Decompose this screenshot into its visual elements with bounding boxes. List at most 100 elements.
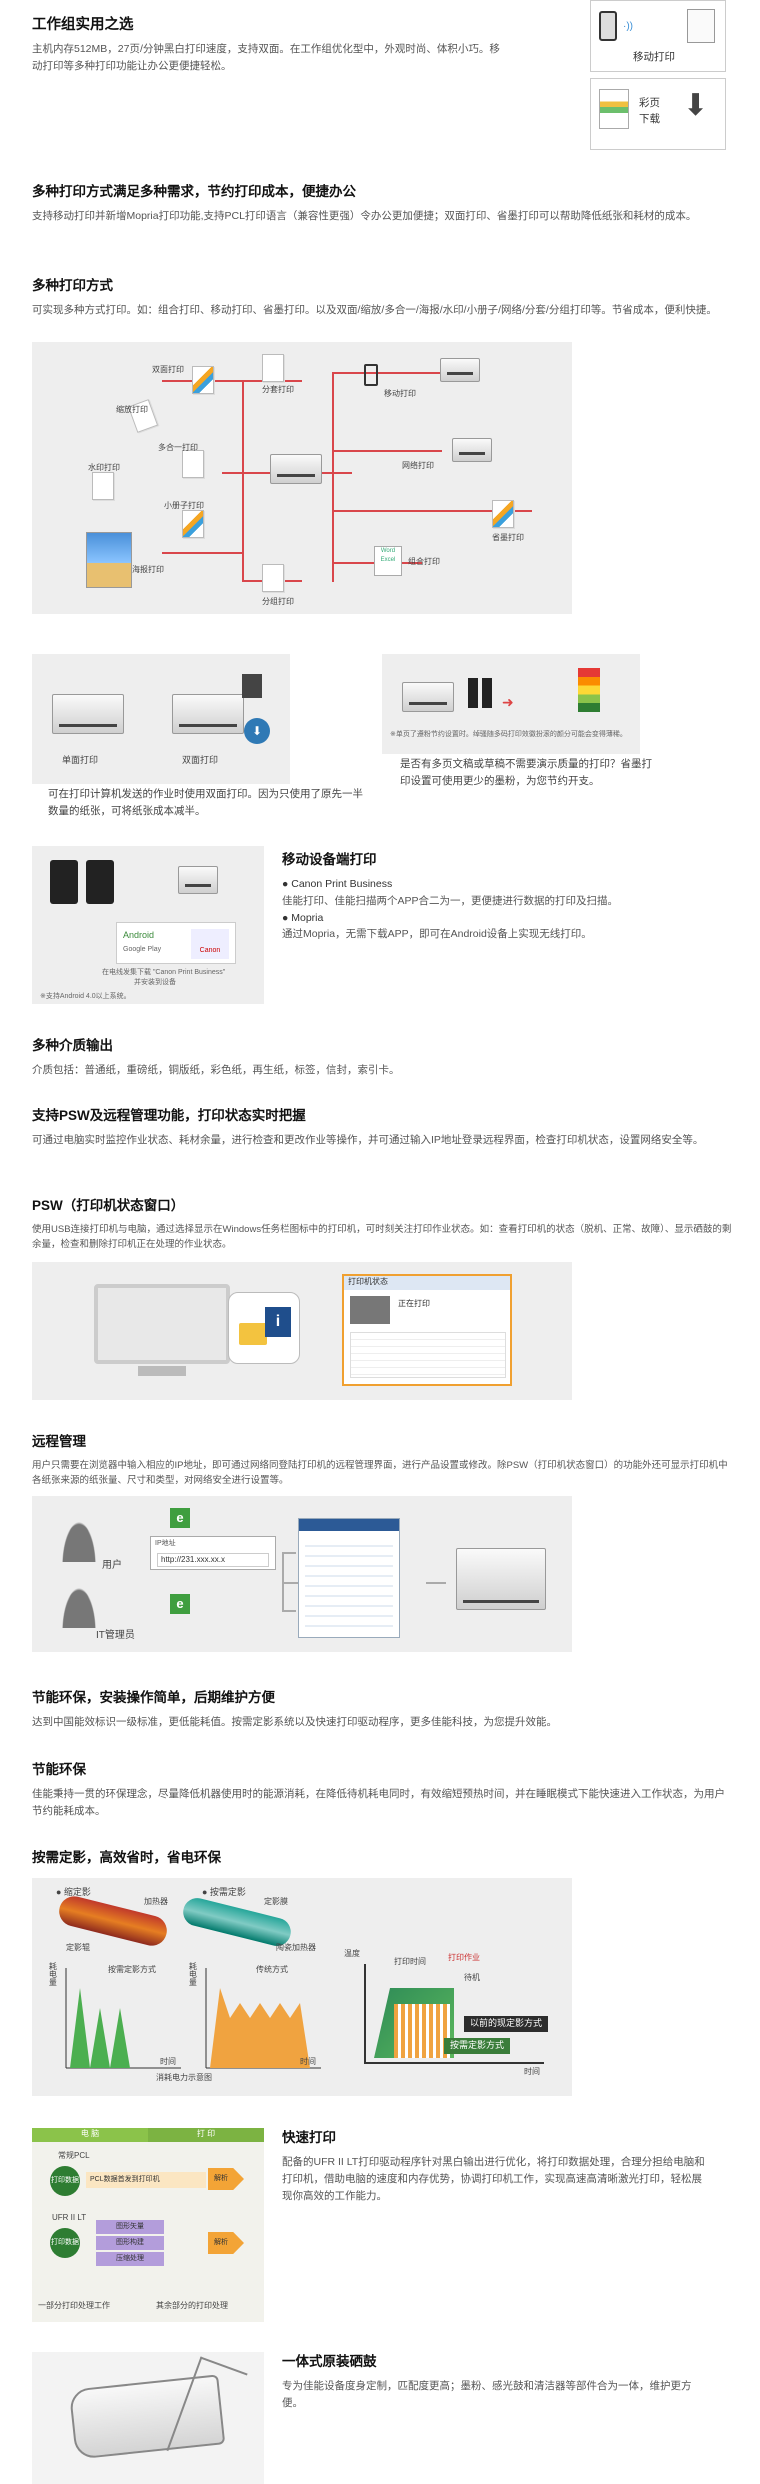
psw-mgmt-title: 支持PSW及远程管理功能，打印状态实时把握 xyxy=(32,1108,306,1123)
pcl-label: 常规PCL xyxy=(58,2151,90,2160)
eco-caption: 是否有多页文稿或草稿不需要演示质量的打印？省墨打印设置可使用更少的墨粉，为您节约… xyxy=(400,758,652,787)
pcl-data-circle: 打印数据 xyxy=(50,2166,80,2196)
document-icon xyxy=(687,9,715,43)
psw-printer-img xyxy=(350,1296,390,1324)
poster-image xyxy=(86,532,132,588)
ufr-step-1: 图形矢量 xyxy=(96,2220,164,2234)
consumption-label: 消耗电力示意图 xyxy=(156,2073,212,2082)
psw-mgmt-body: 可通过电脑实时监控作业状态、耗材余量，进行检查和更改作业等操作，并可通过输入IP… xyxy=(32,1133,704,1146)
media-section: 多种介质输出 介质包括：普通纸，重磅纸，铜版纸，彩色纸，再生纸，标签，信封，索引… xyxy=(32,1036,732,1079)
wifi-icon: ·)) xyxy=(623,21,633,32)
col-printer: 打 印 xyxy=(148,2128,264,2142)
color-download-card[interactable]: 彩页 下载 ⬇ xyxy=(590,78,726,150)
power-label-2: 耗电量 xyxy=(188,1962,198,1986)
temp-label: 温度 xyxy=(344,1949,360,1958)
folder-icon xyxy=(239,1323,267,1345)
duplex-caption: 可在打印计算机发送的作业时使用双面打印。因为只使用了原先一半数量的纸张，可将纸张… xyxy=(48,788,363,817)
power-label-1: 耗电量 xyxy=(48,1962,58,1986)
psw-mgmt-section: 支持PSW及远程管理功能，打印状态实时把握 可通过电脑实时监控作业状态、耗材余量… xyxy=(32,1106,732,1149)
watermark-doc xyxy=(92,472,114,500)
env-section: 节能环保 佳能秉持一贯的环保理念，尽量降低机器使用时的能源消耗，在降低待机耗电同… xyxy=(32,1760,732,1820)
phone-icon-1 xyxy=(50,860,78,904)
env-title: 节能环保 xyxy=(32,1762,86,1777)
duplex-doc xyxy=(192,366,214,394)
fast-print-panel: 电 脑 打 印 常规PCL 打印数据 PCL数据首发到打印机 解析 UFR II… xyxy=(32,2128,264,2322)
col-pc: 电 脑 xyxy=(32,2128,148,2142)
film-label: 定影膜 xyxy=(264,1897,288,1906)
app-card: Android Google Play Canon xyxy=(116,922,236,964)
mobile-item1-body: 佳能打印、佳能扫描两个APP合二为一，更便捷进行数据的打印及扫描。 xyxy=(282,894,619,907)
ondemand-title: 按需定影，高效省时，省电环保 xyxy=(32,1850,221,1865)
save-badge-icon: ⬇ xyxy=(244,718,270,744)
phone-icon xyxy=(599,11,617,41)
bottom-left-label: 一部分打印处理工作 xyxy=(38,2301,110,2310)
combo-doc: Word Excel xyxy=(374,546,402,576)
new-way-badge: 按需定影方式 xyxy=(444,2038,511,2054)
fast-print-title: 快速打印 xyxy=(282,2130,336,2145)
mobile-print-card[interactable]: ·)) 移动打印 xyxy=(590,0,726,72)
mobile-img-note: ※支持Android 4.0以上系统。 xyxy=(40,993,131,1000)
methods-diagram: 双面打印 缩放打印 多合一打印 水印打印 小册子打印 海报打印 分套打印 移动打… xyxy=(32,342,572,614)
standby-label: 待机 xyxy=(464,1973,480,1982)
booklet-doc xyxy=(182,510,204,538)
label-watermark: 水印打印 xyxy=(88,463,120,472)
duplex-panel: ⬇ 单面打印 双面打印 xyxy=(32,654,290,784)
toner-black xyxy=(468,678,478,708)
arrow-icon: ➜ xyxy=(502,694,514,710)
intro-body: 主机内存512MB，27页/分钟黑白打印速度，支持双面。在工作组优化型中，外观时… xyxy=(32,43,500,73)
store-label: Google Play xyxy=(123,946,162,953)
admin-label: IT管理员 xyxy=(96,1630,135,1641)
stack-icon xyxy=(242,674,262,698)
env-body: 佳能秉持一贯的环保理念，尽量降低机器使用时的能源消耗，在降低待机耗电同时，有效缩… xyxy=(32,1787,725,1817)
double-label: 双面打印 xyxy=(182,755,219,765)
side-cards: ·)) 移动打印 彩页 下载 ⬇ xyxy=(590,0,726,156)
label-group: 分组打印 xyxy=(262,597,294,606)
print-job-label: 打印作业 xyxy=(448,1953,480,1962)
remote-title: 远程管理 xyxy=(32,1434,86,1449)
time-label-1: 时间 xyxy=(160,2057,176,2066)
eco-note: ※单页了遵粉节约设置时。绰骚随多码打印效徽扮滚的颜分可能会变得薄稀。 xyxy=(390,731,627,738)
browser-icon-2: e xyxy=(170,1594,190,1614)
label-duplex: 双面打印 xyxy=(152,365,184,374)
psw-window-status: 正在打印 xyxy=(398,1299,430,1308)
methods-body: 可实现多种方式打印。如：组合打印、移动打印、省墨打印。以及双面/缩放/多合一/海… xyxy=(32,303,717,316)
media-title: 多种介质输出 xyxy=(32,1038,113,1053)
cartridge-title: 一体式原装硒鼓 xyxy=(282,2354,377,2369)
efficiency-scale xyxy=(578,668,600,712)
color-label-2: 下载 xyxy=(639,113,660,125)
ufr-step-2: 图形构建 xyxy=(96,2236,164,2250)
eco-doc xyxy=(492,500,514,528)
ufr-label: UFR II LT xyxy=(52,2213,87,2222)
label-combo: 组合打印 xyxy=(408,557,440,566)
mobile-print-label: 移动打印 xyxy=(633,51,675,63)
ondemand-panel: ● 缩定影 ● 按需定影 加热器 定影辊 定影膜 陶瓷加热器 耗电量 耗电量 按… xyxy=(32,1878,572,2096)
ufr-data-circle: 打印数据 xyxy=(50,2228,80,2258)
single-label: 单面打印 xyxy=(62,755,99,765)
media-body: 介质包括：普通纸，重磅纸，铜版纸，彩色纸，再生纸，标签，信封，索引卡。 xyxy=(32,1063,400,1076)
mobile-panel-printer xyxy=(178,866,218,894)
mobile-text: 移动设备端打印 ● Canon Print Business 佳能打印、佳能扫描… xyxy=(282,850,702,943)
ondemand-way-label: 按需定影方式 xyxy=(108,1965,156,1974)
toner-black-2 xyxy=(482,678,492,708)
multi-print-section: 多种打印方式满足多种需求，节约打印成本，便捷办公 支持移动打印并新增Mopria… xyxy=(32,182,732,225)
collate-doc xyxy=(262,354,284,382)
remote-body: 用户只需要在浏览器中输入相应的IP地址，即可通过网络同登陆打印机的远程管理界面，… xyxy=(32,1459,728,1487)
remote-section: 远程管理 用户只需要在浏览器中输入相应的IP地址，即可通过网络同登陆打印机的远程… xyxy=(32,1432,732,1488)
network-printer xyxy=(452,438,492,462)
user-label: 用户 xyxy=(102,1560,122,1571)
info-bubble: i xyxy=(228,1292,300,1364)
ip-box[interactable]: IP地址 http://231.xxx.xx.x xyxy=(150,1536,276,1570)
temp-area-orange xyxy=(394,2004,450,2058)
heater-label: 加热器 xyxy=(144,1897,168,1906)
methods-section: 多种打印方式 可实现多种方式打印。如：组合打印、移动打印、省墨打印。以及双面/缩… xyxy=(32,276,732,319)
intro-title: 工作组实用之选 xyxy=(32,17,134,33)
multi-print-body: 支持移动打印并新增Mopria打印功能,支持PCL打印语言（兼容性更强）令办公更… xyxy=(32,209,697,222)
label-scale: 缩放打印 xyxy=(116,405,148,414)
mobile-phone-icon xyxy=(364,364,378,386)
ufr-step-3: 压缩处理 xyxy=(96,2252,164,2266)
bottom-right-label: 其余部分的打印处理 xyxy=(156,2301,228,2310)
psw-job-list xyxy=(350,1332,506,1378)
mobile-panel: Android Google Play Canon 在电线发集下载 "Canon… xyxy=(32,846,264,1004)
cartridge-panel xyxy=(32,2352,264,2484)
time-label-2: 时间 xyxy=(300,2057,316,2066)
